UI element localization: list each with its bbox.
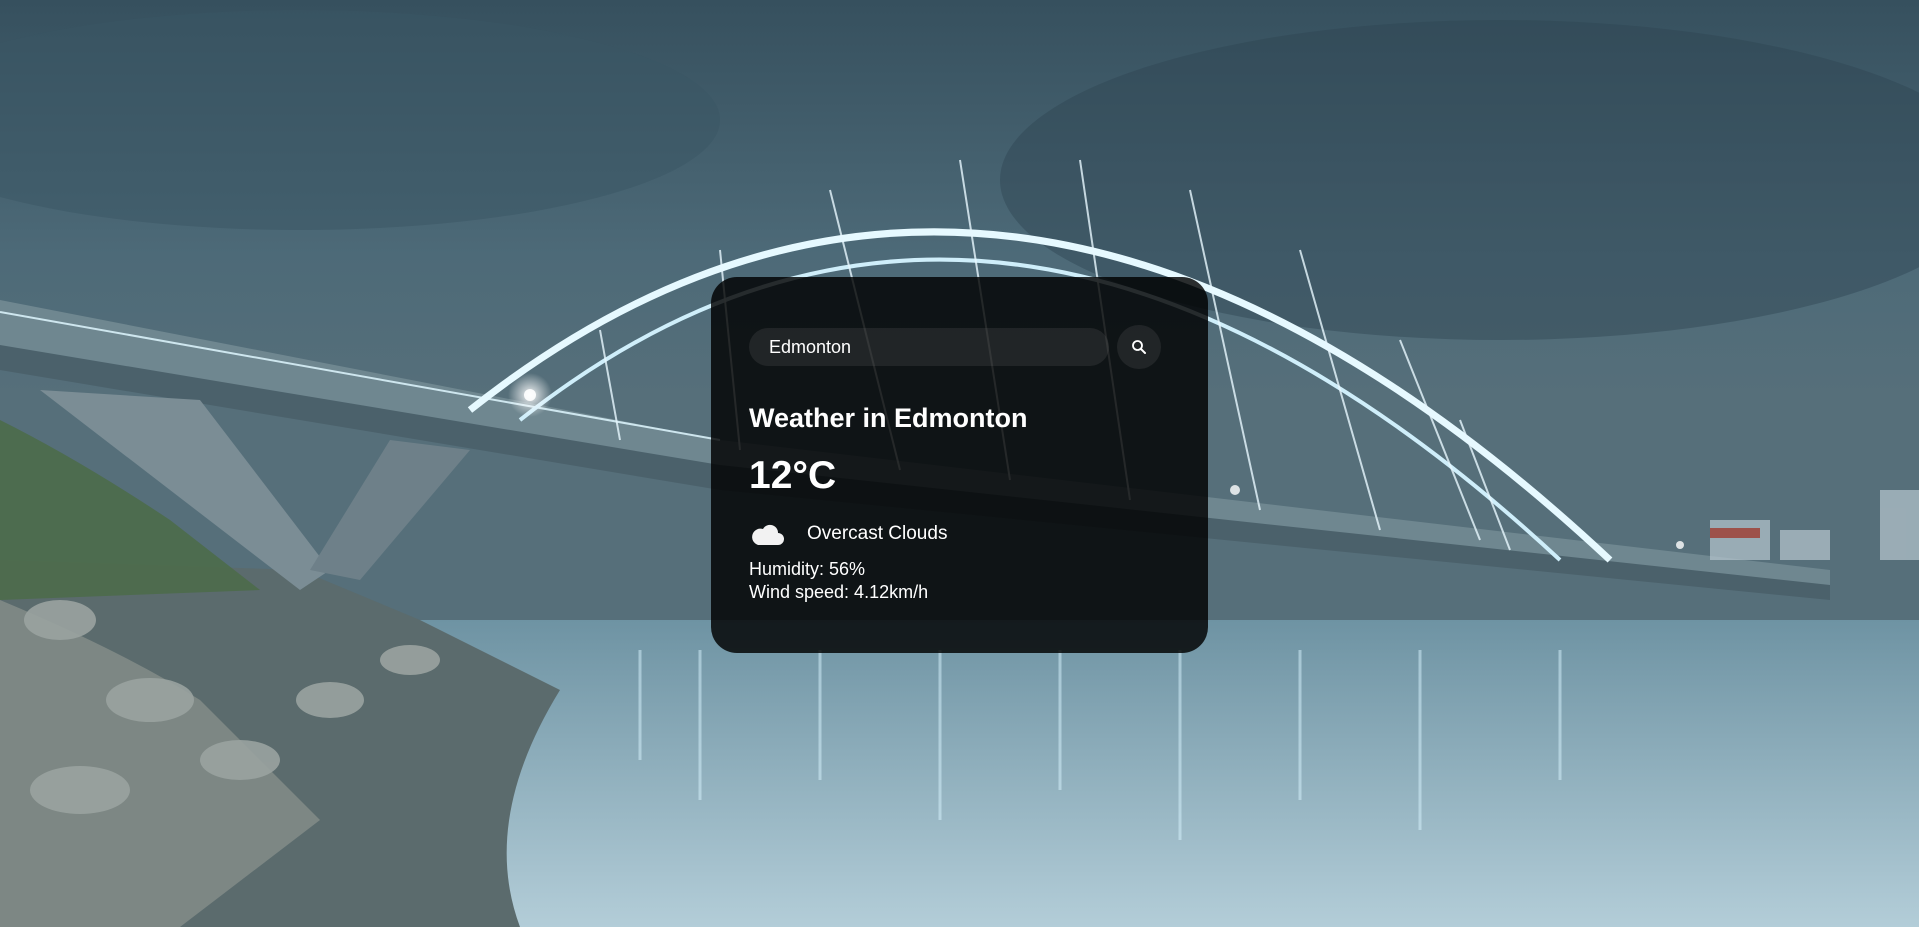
search-button[interactable] [1117,325,1161,369]
weather-card: Weather in Edmonton 12°C Overcast Clouds… [711,277,1208,653]
cloud-icon [749,516,793,552]
temperature: 12°C [749,454,837,497]
search-bar [749,325,1162,369]
search-input[interactable] [749,328,1109,366]
search-icon [1132,340,1146,354]
city-heading: Weather in Edmonton [749,403,1028,433]
condition-row: Overcast Clouds [749,516,1162,552]
wind-speed-text: Wind speed: 4.12km/h [749,582,929,602]
condition-description: Overcast Clouds [807,523,948,544]
humidity-text: Humidity: 56% [749,559,866,579]
